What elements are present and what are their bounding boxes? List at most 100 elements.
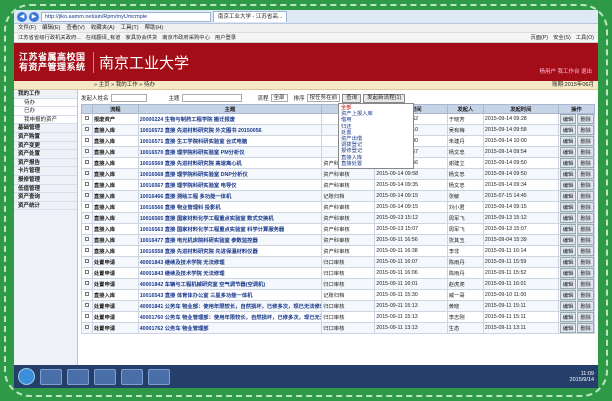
row-actions[interactable]: 编辑 删除	[557, 311, 596, 323]
new-flow-button[interactable]: 发起新流程(1)	[363, 93, 406, 103]
sidebar-item[interactable]: 资产处置	[14, 150, 77, 159]
sidebar-item[interactable]: 资产购置	[14, 133, 77, 142]
row-checkbox[interactable]	[81, 179, 93, 191]
table-row[interactable]: 直接入库 10016543 直接 体育体办公室 三星多功能一体机 记账归档 2015-…	[81, 289, 596, 301]
sort-select[interactable]: 按任务在前	[306, 94, 341, 102]
row-checkbox[interactable]	[81, 146, 93, 158]
row-checkbox[interactable]	[81, 124, 93, 136]
delete-button[interactable]: 删除	[577, 323, 594, 333]
sidebar-item[interactable]: 低值管理	[14, 185, 77, 194]
delete-button[interactable]: 删除	[577, 246, 594, 256]
forward-icon[interactable]: ▶	[29, 11, 39, 22]
sidebar-item[interactable]: 基础管理	[14, 124, 77, 133]
row-actions[interactable]: 编辑 删除	[557, 256, 596, 268]
delete-button[interactable]: 删除	[577, 169, 594, 179]
row-checkbox[interactable]	[81, 168, 93, 180]
edit-button[interactable]: 编辑	[559, 268, 577, 278]
edit-button[interactable]: 编辑	[559, 180, 577, 190]
table-row[interactable]: 直接入库 10016567 直接 理学院科研实验室 电导仪 资产科审核 2015-09…	[81, 179, 596, 191]
row-checkbox[interactable]	[81, 256, 93, 268]
favorite-link[interactable]: 南京市政府采购中心	[162, 33, 210, 42]
edit-button[interactable]: 编辑	[559, 147, 577, 157]
row-checkbox[interactable]	[81, 278, 93, 290]
row-actions[interactable]: 编辑 删除	[557, 223, 596, 235]
row-actions[interactable]: 编辑 删除	[557, 190, 596, 202]
table-row[interactable]: 处置申请 40001760 公务车 物业管理部：使用年限较长，自然损坏，已修多次，…	[81, 311, 596, 323]
row-actions[interactable]: 编辑 删除	[557, 168, 596, 180]
row-checkbox[interactable]	[81, 212, 93, 224]
row-checkbox[interactable]	[81, 267, 93, 279]
favorite-link[interactable]: 江苏省省级行政机关政府...	[18, 33, 81, 42]
row-checkbox[interactable]	[81, 245, 93, 257]
favorite-link[interactable]: 用户登录	[215, 33, 236, 42]
delete-button[interactable]: 删除	[577, 224, 594, 234]
edit-button[interactable]: 编辑	[559, 290, 577, 300]
table-row[interactable]: 直接入库 10016565 直接 国家材料化学工程重点实验室 数式交换机 资产科审核…	[81, 212, 596, 224]
row-actions[interactable]: 编辑 删除	[557, 289, 596, 301]
menu-item[interactable]: 帮助(H)	[145, 24, 164, 32]
delete-button[interactable]: 删除	[577, 235, 594, 245]
start-button[interactable]	[18, 368, 35, 385]
taskbar-app[interactable]	[121, 368, 143, 385]
table-row[interactable]: 直接入库 10016566 直接 物业管理科 投影机 资产科审核 2015-09-14…	[81, 201, 596, 213]
sidebar-item[interactable]: 我申报的资产	[14, 115, 77, 125]
sidebar-item[interactable]: 资产查询	[14, 193, 77, 202]
row-actions[interactable]: 编辑 删除	[557, 146, 596, 158]
delete-button[interactable]: 删除	[577, 268, 594, 278]
edit-button[interactable]: 编辑	[559, 202, 577, 212]
sidebar-item[interactable]: 报修管理	[14, 176, 77, 185]
row-checkbox[interactable]	[81, 322, 93, 334]
row-checkbox[interactable]	[81, 190, 93, 202]
edit-button[interactable]: 编辑	[559, 158, 577, 168]
taskbar-app[interactable]	[67, 368, 89, 385]
delete-button[interactable]: 删除	[577, 279, 594, 289]
row-checkbox[interactable]	[81, 201, 93, 213]
tools-menu[interactable]: 工具(O)	[576, 33, 594, 42]
row-checkbox[interactable]	[81, 135, 93, 147]
sidebar-item[interactable]: 资产统计	[14, 202, 77, 211]
menu-item[interactable]: 收藏夹(A)	[91, 24, 115, 32]
row-actions[interactable]: 编辑 删除	[557, 135, 596, 147]
table-row[interactable]: 直接入库 10016563 直接 国家材料化学工程重点实验室 科学计算服务器 资产科…	[81, 223, 596, 235]
table-row[interactable]: 处置申请 40001843 继续及技术学院 无法修理 归口审核 2015-09-11 …	[81, 256, 596, 268]
row-actions[interactable]: 编辑 删除	[557, 278, 596, 290]
row-actions[interactable]: 编辑 删除	[557, 300, 596, 312]
breadcrumb-path[interactable]: » 主页 » 我的工作 » 待办	[94, 81, 155, 89]
edit-button[interactable]: 编辑	[559, 301, 577, 311]
sidebar-item[interactable]: 资产报告	[14, 159, 77, 168]
edit-button[interactable]: 编辑	[559, 224, 577, 234]
delete-button[interactable]: 删除	[577, 312, 594, 322]
row-checkbox[interactable]	[81, 234, 93, 246]
page-menu[interactable]: 页面(P)	[530, 33, 548, 42]
sidebar-item[interactable]: 卡片管理	[14, 167, 77, 176]
safety-menu[interactable]: 安全(S)	[553, 33, 571, 42]
table-row[interactable]: 直接入库 10016466 直接 测绘工程 多功能一体机 记账归档 2015-09-1…	[81, 190, 596, 202]
row-actions[interactable]: 编辑 删除	[557, 157, 596, 169]
row-checkbox[interactable]	[81, 113, 93, 125]
subject-input[interactable]	[181, 94, 242, 102]
sidebar-item[interactable]: 待办	[14, 98, 77, 108]
row-checkbox[interactable]	[81, 223, 93, 235]
row-checkbox[interactable]	[81, 300, 93, 312]
delete-button[interactable]: 删除	[577, 114, 594, 124]
table-row[interactable]: 处置申请 40001841 公务车 物业部：使用年限较长，自然损坏，已修多次，现已…	[81, 300, 596, 312]
flow-dropdown[interactable]: 全部 资产上报入库 借用 归还 处置 资产出借 调拨登记 报修登记 直接入库 直接处置	[338, 103, 414, 170]
row-actions[interactable]: 编辑 删除	[557, 245, 596, 257]
edit-button[interactable]: 编辑	[559, 169, 577, 179]
table-row[interactable]: 处置申请 40001762 公务车 物业管理部 归口审核 2015-09-11 13:…	[81, 322, 596, 334]
row-checkbox[interactable]	[81, 289, 93, 301]
delete-button[interactable]: 删除	[577, 257, 594, 267]
delete-button[interactable]: 删除	[577, 180, 594, 190]
back-icon[interactable]: ◀	[17, 11, 27, 22]
table-row[interactable]: 直接入库 10016558 直接 先进材料研究院 先进保温材料仪器 资产科审核 201…	[81, 245, 596, 257]
row-actions[interactable]: 编辑 删除	[557, 179, 596, 191]
query-button[interactable]: 查询	[342, 93, 362, 103]
applicant-input[interactable]	[110, 94, 147, 102]
row-actions[interactable]: 编辑 删除	[557, 201, 596, 213]
row-actions[interactable]: 编辑 删除	[557, 212, 596, 224]
row-actions[interactable]: 编辑 删除	[557, 234, 596, 246]
edit-button[interactable]: 编辑	[559, 191, 577, 201]
edit-button[interactable]: 编辑	[559, 136, 577, 146]
menu-item[interactable]: 文件(F)	[18, 24, 36, 32]
url-input[interactable]: http://jiko.aamm.net/ain/Rpm/myUmcmple	[41, 11, 211, 22]
